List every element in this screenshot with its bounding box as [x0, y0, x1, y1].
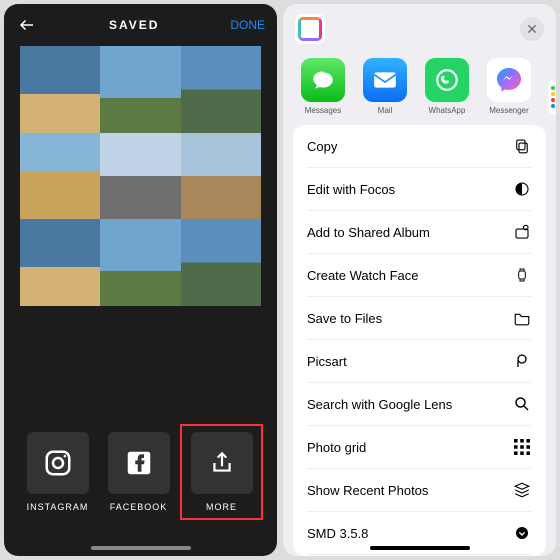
copy-icon	[512, 136, 532, 156]
actions-list: Copy Edit with Focos Add to Shared Album…	[293, 125, 546, 556]
instagram-icon	[27, 432, 89, 494]
sheet-header: ✕	[283, 4, 556, 50]
share-facebook[interactable]: FACEBOOK	[103, 432, 174, 512]
watch-icon	[512, 265, 532, 285]
done-button[interactable]: DONE	[230, 18, 265, 32]
instagram-label: INSTAGRAM	[27, 502, 89, 512]
action-label: Add to Shared Album	[307, 225, 430, 240]
whatsapp-icon	[425, 58, 469, 102]
collage-preview	[20, 46, 261, 306]
app-mail[interactable]: Mail	[361, 58, 409, 115]
layout-app-icon	[295, 14, 325, 44]
focos-icon	[512, 179, 532, 199]
stack-icon	[512, 480, 532, 500]
action-watch-face[interactable]: Create Watch Face	[307, 254, 532, 297]
close-button[interactable]: ✕	[520, 17, 544, 41]
app-messages[interactable]: Messages	[299, 58, 347, 115]
top-bar: SAVED DONE	[4, 4, 277, 46]
whatsapp-label: WhatsApp	[429, 106, 466, 115]
action-label: Edit with Focos	[307, 182, 395, 197]
share-row: INSTAGRAM FACEBOOK MORE	[4, 432, 277, 512]
messages-icon	[301, 58, 345, 102]
share-instagram[interactable]: INSTAGRAM	[22, 432, 93, 512]
saved-screen: SAVED DONE INSTAGRAM FACEBOOK	[4, 4, 277, 556]
action-label: Show Recent Photos	[307, 483, 428, 498]
title: SAVED	[109, 18, 159, 32]
messenger-icon	[487, 58, 531, 102]
messages-label: Messages	[305, 106, 341, 115]
facebook-icon	[108, 432, 170, 494]
action-label: SMD 3.5.8	[307, 526, 368, 541]
action-photo-grid[interactable]: Photo grid	[307, 426, 532, 469]
action-file-size[interactable]: Show File Size	[307, 555, 532, 556]
more-apps-indicator[interactable]	[548, 80, 556, 114]
action-save-files[interactable]: Save to Files	[307, 297, 532, 340]
action-label: Photo grid	[307, 440, 366, 455]
action-label: Search with Google Lens	[307, 397, 452, 412]
more-label: MORE	[206, 502, 237, 512]
picsart-icon	[512, 351, 532, 371]
album-icon	[512, 222, 532, 242]
facebook-label: FACEBOOK	[110, 502, 168, 512]
share-more[interactable]: MORE	[180, 424, 263, 520]
action-label: Copy	[307, 139, 337, 154]
app-messenger[interactable]: Messenger	[485, 58, 533, 115]
messenger-label: Messenger	[489, 106, 529, 115]
action-google-lens[interactable]: Search with Google Lens	[307, 383, 532, 426]
search-icon	[512, 394, 532, 414]
grid-icon	[512, 437, 532, 457]
share-icon	[191, 432, 253, 494]
action-label: Picsart	[307, 354, 347, 369]
home-indicator[interactable]	[91, 546, 191, 550]
action-focos[interactable]: Edit with Focos	[307, 168, 532, 211]
action-label: Save to Files	[307, 311, 382, 326]
action-recent-photos[interactable]: Show Recent Photos	[307, 469, 532, 512]
folder-icon	[512, 308, 532, 328]
home-indicator[interactable]	[370, 546, 470, 550]
chevron-down-icon	[512, 523, 532, 543]
mail-label: Mail	[378, 106, 393, 115]
share-sheet: ✕ Messages Mail WhatsApp	[283, 4, 556, 556]
app-whatsapp[interactable]: WhatsApp	[423, 58, 471, 115]
action-picsart[interactable]: Picsart	[307, 340, 532, 383]
apps-row: Messages Mail WhatsApp Messenger	[283, 50, 556, 117]
mail-icon	[363, 58, 407, 102]
action-shared-album[interactable]: Add to Shared Album	[307, 211, 532, 254]
action-copy[interactable]: Copy	[307, 125, 532, 168]
back-button[interactable]	[16, 14, 38, 36]
action-label: Create Watch Face	[307, 268, 419, 283]
